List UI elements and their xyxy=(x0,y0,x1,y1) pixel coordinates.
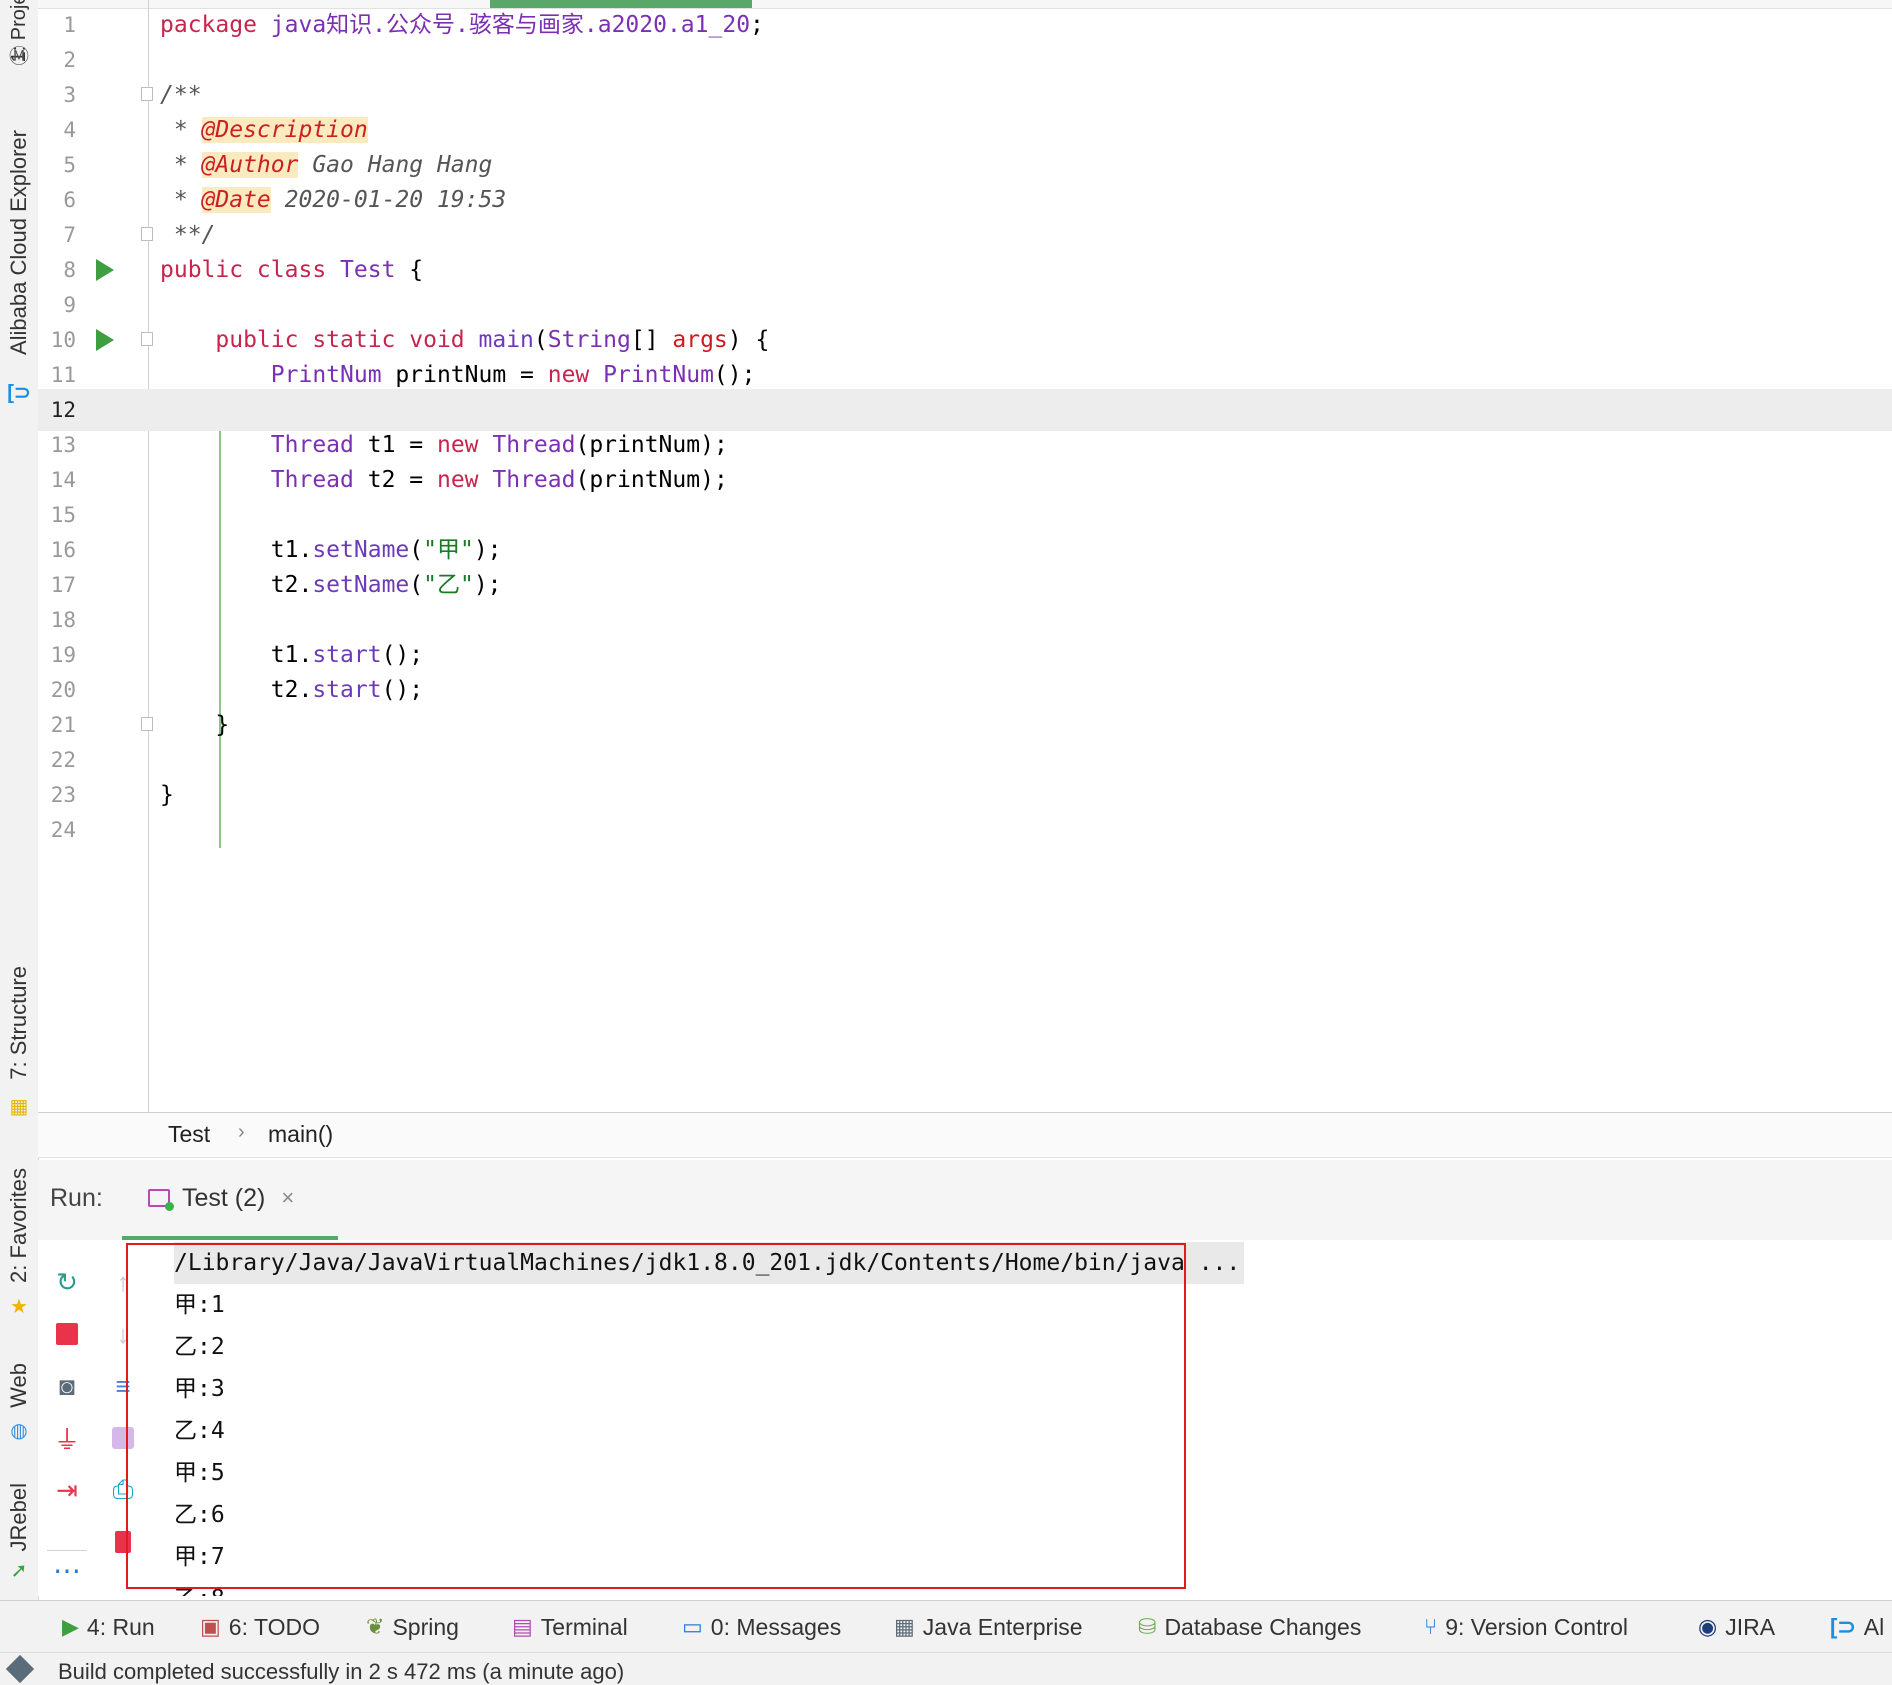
tool-tab-messages[interactable]: ▭ 0: Messages xyxy=(682,1611,841,1643)
tool-tab-alibaba-label: Al xyxy=(1863,1613,1885,1640)
star-icon: ★ xyxy=(10,1296,28,1318)
stop-icon[interactable] xyxy=(42,1314,92,1354)
spring-leaf-icon: ❦ xyxy=(366,1614,385,1639)
maven-icon[interactable]: Ⓜ xyxy=(0,44,38,70)
tab-jrebel-label: JRebel xyxy=(6,1482,31,1552)
tool-tab-version-control-label: 9: Version Control xyxy=(1445,1613,1629,1640)
tab-web-label: Web xyxy=(6,1362,31,1408)
tab-favorites[interactable]: 2: Favorites xyxy=(0,1160,38,1290)
tool-tab-jira[interactable]: ◉ JIRA xyxy=(1698,1611,1775,1643)
run-gutter-icon[interactable] xyxy=(96,329,114,351)
close-icon[interactable]: × xyxy=(281,1185,294,1211)
fold-icon[interactable] xyxy=(141,717,153,731)
run-label: Run: xyxy=(50,1184,103,1212)
breadcrumb-class[interactable]: Test xyxy=(168,1121,210,1148)
jrebel-icon: ➚ xyxy=(10,1560,28,1582)
run-icon: ▶ xyxy=(62,1614,79,1639)
breadcrumb: Test › main() xyxy=(38,1112,1892,1158)
status-text: Build completed successfully in 2 s 472 … xyxy=(58,1659,625,1684)
alibaba-cloud-icon: [⊃ xyxy=(7,382,31,404)
alibaba-cloud-icon: [⊃ xyxy=(1830,1614,1856,1639)
run-gutter-icon[interactable] xyxy=(96,259,114,281)
console-line: 甲:5 xyxy=(174,1460,225,1486)
run-tool-window-header: Run: Test (2) × xyxy=(38,1160,1892,1241)
tab-web[interactable]: Web xyxy=(0,1356,38,1414)
soft-wrap-icon[interactable]: ≡ xyxy=(98,1366,148,1406)
code-editor[interactable]: 1 package java知识.公众号.骇客与画家.a2020.a1_20; 2 3… xyxy=(38,0,1892,1112)
breadcrumb-separator-icon: › xyxy=(238,1121,245,1143)
tool-tab-run[interactable]: ▶ 4: Run xyxy=(62,1611,155,1643)
console-line: 乙:6 xyxy=(174,1502,225,1528)
fold-icon[interactable] xyxy=(141,332,153,346)
console-line: 乙:2 xyxy=(174,1334,225,1360)
exit-icon[interactable]: ⇥ xyxy=(42,1470,92,1510)
tab-project[interactable]: 1: Project xyxy=(0,0,38,62)
tab-alibaba-cloud-explorer[interactable]: Alibaba Cloud Explorer xyxy=(0,118,38,368)
tool-tab-version-control[interactable]: ⑂ 9: Version Control xyxy=(1424,1611,1628,1643)
console-line: 甲:7 xyxy=(174,1544,225,1570)
tab-favorites-label: 2: Favorites xyxy=(6,1167,31,1283)
run-tab-test[interactable]: Test (2) × xyxy=(148,1178,294,1218)
tab-alibaba-label: Alibaba Cloud Explorer xyxy=(6,130,31,356)
branch-icon: ⑂ xyxy=(1424,1614,1438,1639)
rerun-icon[interactable]: ↻ xyxy=(42,1262,92,1302)
more-icon[interactable]: ⋯ xyxy=(42,1550,92,1590)
tool-tab-spring[interactable]: ❦ Spring xyxy=(366,1611,459,1643)
java-enterprise-icon: ▦ xyxy=(894,1614,915,1639)
jira-icon: ◉ xyxy=(1698,1614,1718,1639)
left-tool-strip: 1: Project Ⓜ Alibaba Cloud Explorer [⊃ 7… xyxy=(0,0,39,1600)
trash-icon[interactable] xyxy=(98,1522,148,1562)
globe-icon: ◍ xyxy=(10,1420,28,1442)
run-config-icon xyxy=(148,1189,174,1211)
console-line: 甲:3 xyxy=(174,1376,225,1402)
console-line: 乙:8 xyxy=(174,1578,225,1596)
status-icon xyxy=(5,1654,35,1684)
tool-tab-jira-label: JIRA xyxy=(1725,1613,1776,1640)
camera-icon[interactable]: ◙ xyxy=(42,1366,92,1406)
console-line: 乙:4 xyxy=(174,1418,225,1444)
tool-tab-spring-label: Spring xyxy=(392,1613,459,1640)
console-output[interactable]: /Library/Java/JavaVirtualMachines/jdk1.8… xyxy=(174,1240,1874,1596)
run-tab-label: Test (2) xyxy=(182,1183,266,1212)
tool-tab-terminal-label: Terminal xyxy=(540,1613,628,1640)
messages-icon: ▭ xyxy=(682,1614,703,1639)
arrow-up-icon[interactable]: ↑ xyxy=(98,1262,148,1302)
tool-tab-messages-label: 0: Messages xyxy=(710,1613,842,1640)
print-icon[interactable]: ⎙ xyxy=(98,1470,148,1510)
tool-tab-java-enterprise-label: Java Enterprise xyxy=(922,1613,1083,1640)
bottom-tool-bar: ▶ 4: Run ▣ 6: TODO ❦ Spring ▤ Terminal ▭… xyxy=(0,1600,1892,1653)
status-bar: Build completed successfully in 2 s 472 … xyxy=(0,1652,1892,1685)
todo-icon: ▣ xyxy=(200,1614,221,1639)
database-icon: ⛁ xyxy=(1138,1614,1157,1639)
tool-tab-run-label: 4: Run xyxy=(86,1613,155,1640)
arrow-down-icon[interactable]: ↓ xyxy=(98,1314,148,1354)
tab-jrebel[interactable]: JRebel xyxy=(0,1480,38,1554)
console-command-line: /Library/Java/JavaVirtualMachines/jdk1.8… xyxy=(174,1242,1245,1284)
tool-tab-database-changes[interactable]: ⛁ Database Changes xyxy=(1138,1611,1361,1643)
line-number: 24 xyxy=(50,818,76,842)
tool-tab-alibaba[interactable]: [⊃ Al xyxy=(1830,1611,1884,1643)
tool-tab-java-enterprise[interactable]: ▦ Java Enterprise xyxy=(894,1611,1083,1643)
console-line: 甲:1 xyxy=(174,1292,225,1318)
structure-icon: ▦ xyxy=(9,1096,29,1118)
tab-structure[interactable]: 7: Structure xyxy=(0,958,38,1088)
terminal-icon: ▤ xyxy=(512,1614,533,1639)
tab-structure-label: 7: Structure xyxy=(6,966,31,1080)
fold-icon[interactable] xyxy=(141,227,153,241)
breadcrumb-method[interactable]: main() xyxy=(268,1121,333,1148)
fold-icon[interactable] xyxy=(141,87,153,101)
plug-icon[interactable]: ⏚ xyxy=(42,1418,92,1458)
code-line[interactable]: 24 xyxy=(38,809,1892,851)
tool-tab-database-changes-label: Database Changes xyxy=(1164,1613,1362,1640)
tool-tab-todo-label: 6: TODO xyxy=(228,1613,320,1640)
run-tool-window: ↻ ◙ ⏚ ⇥ ⋯ ↑ ↓ ≡ ⎙ /Library/Java/JavaVirt… xyxy=(38,1240,1892,1596)
tool-tab-terminal[interactable]: ▤ Terminal xyxy=(512,1611,628,1643)
scroll-to-end-icon[interactable] xyxy=(98,1418,148,1458)
tool-tab-todo[interactable]: ▣ 6: TODO xyxy=(200,1611,320,1643)
